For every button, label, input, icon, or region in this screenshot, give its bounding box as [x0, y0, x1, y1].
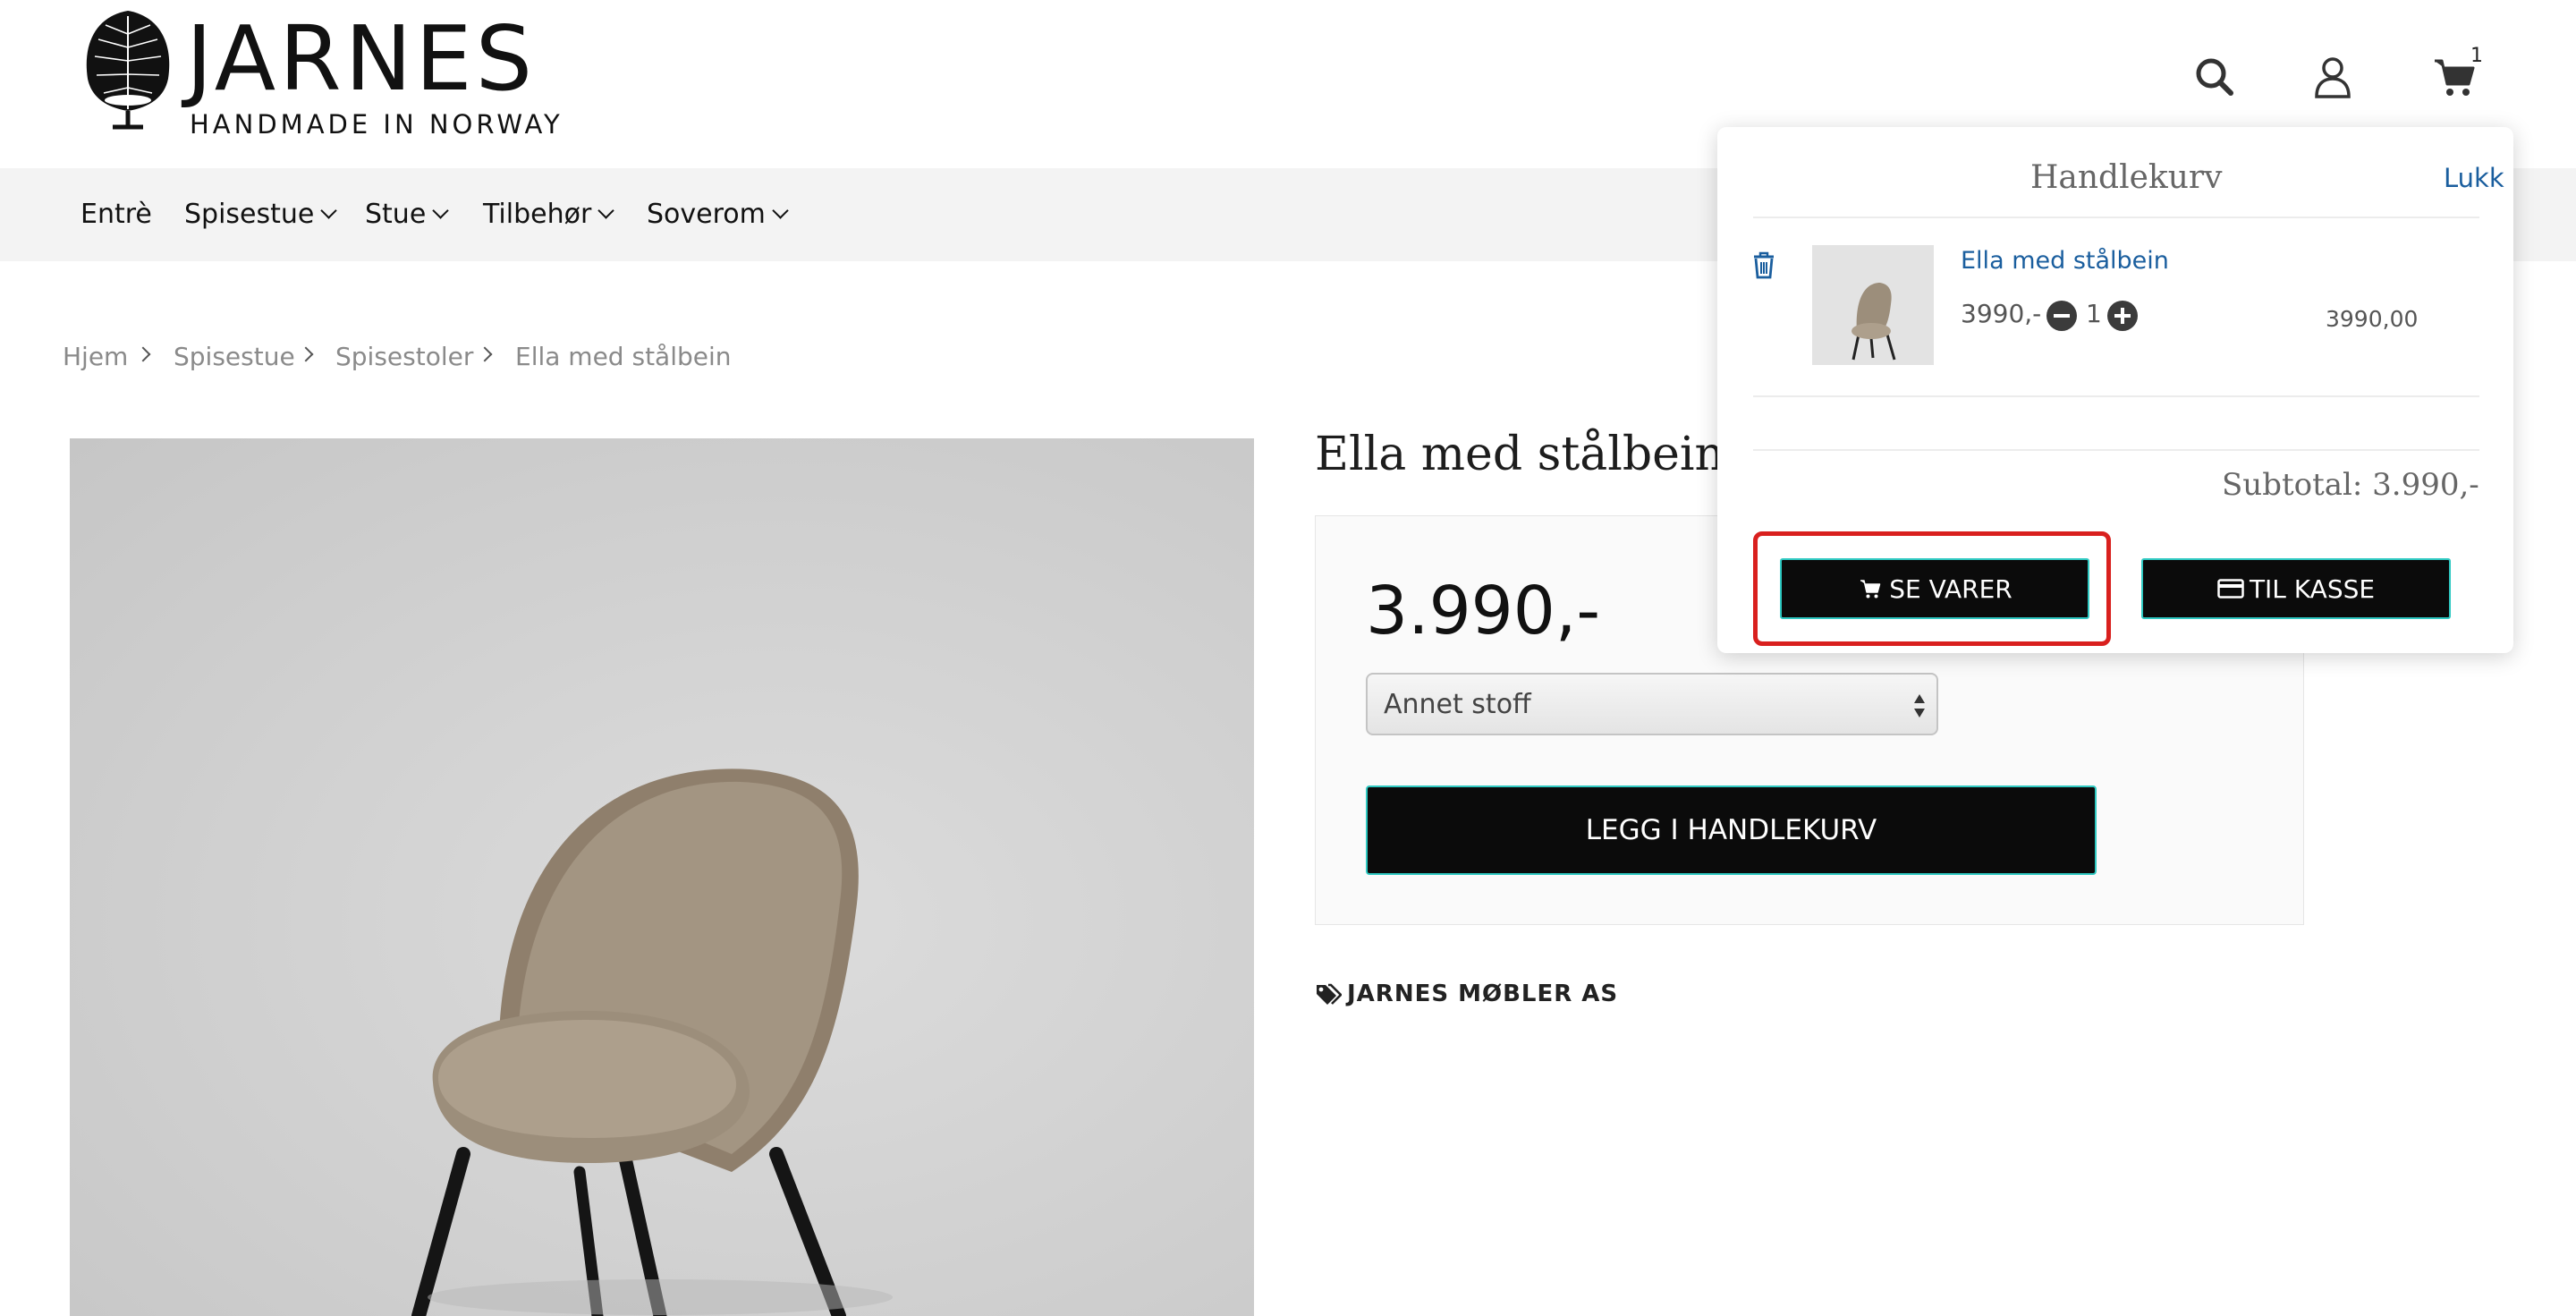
product-price: 3.990,-	[1366, 573, 1601, 650]
cart-item-unit-price: 3990,-	[1961, 299, 2042, 328]
nav-item-entre[interactable]: Entrè	[80, 199, 152, 230]
nav-item-stue[interactable]: Stue	[365, 199, 449, 230]
breadcrumb-link-spisestoler[interactable]: Spisestoler	[335, 342, 473, 371]
breadcrumb-current: Ella med stålbein	[515, 342, 732, 371]
chevron-right-icon	[135, 346, 151, 362]
chair-thumbnail-image	[1852, 283, 1896, 361]
divider	[1753, 217, 2479, 218]
select-arrows-icon	[1914, 694, 1925, 717]
product-title: Ella med stålbein	[1315, 428, 1725, 481]
variant-select-value: Annet stoff	[1384, 689, 1531, 720]
brand-logo[interactable]: JARNES HANDMADE IN NORWAY	[79, 7, 562, 141]
chevron-right-icon	[477, 346, 493, 362]
nav-label: Stue	[365, 199, 427, 230]
brand-tagline: HANDMADE IN NORWAY	[190, 109, 564, 140]
increase-quantity-button[interactable]	[2107, 301, 2138, 331]
decrease-quantity-button[interactable]	[2046, 301, 2077, 331]
checkout-button[interactable]: TIL KASSE	[2141, 558, 2451, 619]
brand-tag-label: JARNES MØBLER AS	[1347, 981, 1619, 1007]
chevron-down-icon	[597, 202, 614, 219]
nav-label: Soverom	[647, 199, 766, 230]
cart-item-line-total: 3990,00	[2326, 306, 2419, 332]
search-icon[interactable]	[2191, 54, 2238, 100]
chair-image	[411, 768, 893, 1316]
chevron-right-icon	[298, 346, 314, 362]
plus-icon	[2121, 308, 2124, 324]
nav-label: Spisestue	[184, 199, 315, 230]
nav-label: Tilbehør	[483, 199, 592, 230]
highlight-box	[1753, 531, 2111, 646]
brand-name: JARNES	[186, 6, 537, 111]
cart-item-name[interactable]: Ella med stålbein	[1961, 247, 2169, 275]
chevron-down-icon	[320, 202, 338, 219]
credit-card-icon	[2217, 579, 2244, 599]
nav-item-soverom[interactable]: Soverom	[647, 199, 789, 230]
tags-icon	[1317, 983, 1343, 1005]
nav-label: Entrè	[80, 199, 152, 230]
breadcrumb-link-hjem[interactable]: Hjem	[63, 342, 128, 371]
divider	[1753, 449, 2479, 451]
variant-select[interactable]: Annet stoff	[1366, 673, 1938, 735]
add-to-cart-button[interactable]: LEGG I HANDLEKURV	[1366, 785, 2097, 875]
breadcrumb-link-spisestue[interactable]: Spisestue	[174, 342, 295, 371]
nav-item-tilbehor[interactable]: Tilbehør	[483, 199, 614, 230]
brand-tag[interactable]: JARNES MØBLER AS	[1315, 981, 1618, 1007]
cart-popup-close-link[interactable]: Lukk	[2444, 163, 2504, 193]
leaf-chair-logo-icon	[86, 11, 170, 130]
user-icon[interactable]	[2309, 54, 2356, 100]
cart-popup-title: Handlekurv	[2030, 159, 2223, 196]
minus-icon	[2054, 314, 2070, 318]
cart-subtotal: Subtotal: 3.990,-	[2222, 467, 2479, 503]
product-image[interactable]	[70, 438, 1254, 1316]
divider	[1753, 395, 2479, 397]
nav-item-spisestue[interactable]: Spisestue	[184, 199, 338, 230]
checkout-label: TIL KASSE	[2249, 573, 2376, 604]
cart-item-thumbnail[interactable]	[1812, 245, 1934, 365]
chevron-down-icon	[432, 202, 449, 219]
chevron-down-icon	[772, 202, 789, 219]
cart-count-badge: 1	[2470, 45, 2483, 67]
cart-item-quantity: 1	[2086, 299, 2102, 328]
trash-icon[interactable]	[1751, 250, 1776, 279]
